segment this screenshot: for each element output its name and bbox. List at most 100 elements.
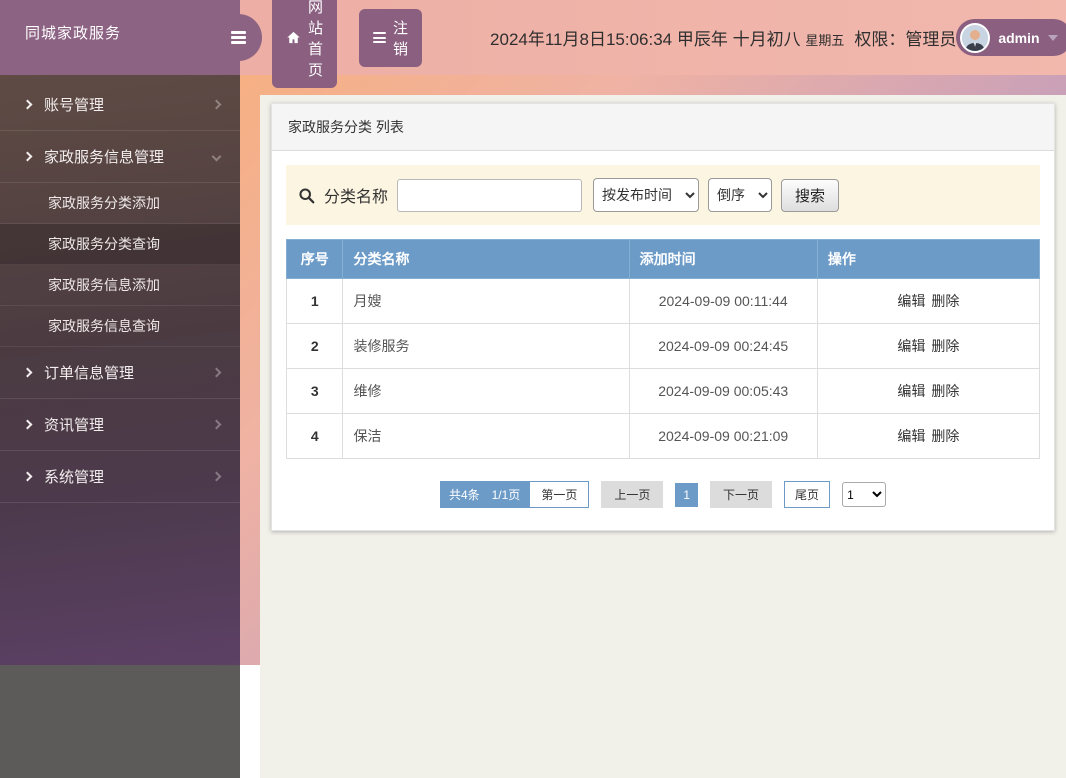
content-wrapper: 家政服务分类 列表 分类名称 按发布时间 倒序 搜索 序号 分类名称 添加时间 … bbox=[260, 95, 1066, 778]
search-field-label: 分类名称 bbox=[324, 189, 389, 206]
home-button[interactable]: 网站首页 bbox=[272, 0, 338, 88]
cell-category-name: 维修 bbox=[342, 368, 630, 414]
chevron-right-icon bbox=[22, 99, 33, 110]
sidebar-toggle-button[interactable] bbox=[215, 14, 262, 61]
table-header-row: 序号 分类名称 添加时间 操作 bbox=[285, 239, 1041, 279]
column-header-1: 分类名称 bbox=[342, 239, 630, 279]
chevron-right-icon bbox=[22, 419, 33, 430]
main-area: 家政服务分类 列表 分类名称 按发布时间 倒序 搜索 序号 分类名称 添加时间 … bbox=[240, 75, 1066, 778]
table-row: 3 维修 2024-09-09 00:05:43 编辑 删除 bbox=[285, 368, 1041, 414]
sidebar-item-2[interactable]: 订单信息管理 bbox=[0, 347, 240, 399]
first-page-button[interactable]: 第一页 bbox=[529, 481, 590, 508]
sort-field-select[interactable]: 按发布时间 bbox=[593, 178, 700, 212]
list-icon bbox=[373, 30, 387, 45]
delete-link[interactable]: 删除 bbox=[931, 293, 959, 309]
sidebar-subitem-label: 家政服务分类查询 bbox=[48, 236, 160, 252]
avatar bbox=[960, 22, 991, 53]
sidebar-subitem-1-2[interactable]: 家政服务信息添加 bbox=[0, 265, 240, 306]
page-select[interactable]: 1 bbox=[842, 482, 887, 507]
chevron-right-icon bbox=[211, 471, 222, 482]
sidebar-subitem-1-3[interactable]: 家政服务信息查询 bbox=[0, 306, 240, 347]
cell-added-time: 2024-09-09 00:11:44 bbox=[628, 278, 818, 324]
pagination-summary: 共4条 1/1页 bbox=[439, 481, 530, 508]
app-window: 同城家政服务 网站首页 注销 2024年11月8日15:06:34 甲辰年 十月… bbox=[0, 0, 1066, 778]
datetime-text: 2024年11月8日15:06:34 甲辰年 十月初八 星期五 bbox=[490, 30, 845, 49]
table-row: 4 保洁 2024-09-09 00:21:09 编辑 删除 bbox=[285, 413, 1041, 459]
logout-button[interactable]: 注销 bbox=[359, 8, 423, 67]
cell-added-time: 2024-09-09 00:05:43 bbox=[628, 368, 818, 414]
sidebar-item-label: 家政服务信息管理 bbox=[44, 149, 165, 166]
topbar: 同城家政服务 网站首页 注销 2024年11月8日15:06:34 甲辰年 十月… bbox=[0, 0, 1066, 88]
delete-link[interactable]: 删除 bbox=[931, 383, 959, 399]
category-name-input[interactable] bbox=[397, 178, 583, 212]
chevron-right-icon bbox=[211, 367, 222, 378]
cell-category-name: 装修服务 bbox=[342, 323, 630, 369]
home-button-label: 网站首页 bbox=[308, 0, 324, 79]
sidebar-subitem-label: 家政服务分类添加 bbox=[48, 195, 160, 211]
pagination: 共4条 1/1页 第一页 上一页 1 下一页 尾页 1 bbox=[286, 481, 1040, 508]
panel-body: 分类名称 按发布时间 倒序 搜索 序号 分类名称 添加时间 操作 1 月嫂 20… bbox=[272, 151, 1054, 530]
search-button[interactable]: 搜索 bbox=[781, 178, 840, 212]
cell-actions: 编辑 删除 bbox=[816, 278, 1041, 324]
sidebar-item-label: 订单信息管理 bbox=[44, 365, 135, 382]
current-page[interactable]: 1 bbox=[675, 482, 699, 507]
delete-link[interactable]: 删除 bbox=[931, 428, 959, 444]
edit-link[interactable]: 编辑 bbox=[897, 383, 925, 399]
sidebar-item-0[interactable]: 账号管理 bbox=[0, 79, 240, 131]
chevron-right-icon bbox=[22, 471, 33, 482]
last-page-button[interactable]: 尾页 bbox=[784, 481, 831, 508]
sidebar-brand: 同城家政服务 bbox=[0, 0, 262, 75]
category-table: 序号 分类名称 添加时间 操作 1 月嫂 2024-09-09 00:11:44 编辑 删除 2… bbox=[285, 239, 1041, 459]
sidebar-item-label: 账号管理 bbox=[44, 97, 105, 114]
edit-link[interactable]: 编辑 bbox=[897, 338, 925, 354]
total-count: 共4条 bbox=[448, 488, 480, 502]
cell-added-time: 2024-09-09 00:21:09 bbox=[628, 413, 818, 459]
pagination-info-group: 共4条 1/1页 第一页 bbox=[439, 481, 590, 508]
sort-order-select[interactable]: 倒序 bbox=[708, 178, 773, 212]
search-bar: 分类名称 按发布时间 倒序 搜索 bbox=[286, 165, 1040, 225]
category-list-panel: 家政服务分类 列表 分类名称 按发布时间 倒序 搜索 序号 分类名称 添加时间 … bbox=[271, 103, 1055, 531]
sidebar-nav: 账号管理家政服务信息管理 家政服务分类添加 家政服务分类查询家政服务信息添加家政服务… bbox=[0, 75, 240, 778]
sidebar-item-label: 系统管理 bbox=[44, 469, 105, 486]
next-page-button[interactable]: 下一页 bbox=[710, 481, 773, 508]
cell-category-name: 保洁 bbox=[342, 413, 630, 459]
user-menu[interactable]: admin bbox=[956, 19, 1066, 56]
sidebar-item-1[interactable]: 家政服务信息管理 bbox=[0, 131, 240, 183]
chevron-down-icon bbox=[1047, 34, 1058, 41]
chevron-right-icon bbox=[22, 151, 33, 162]
panel-title: 家政服务分类 列表 bbox=[272, 104, 1054, 151]
sidebar-item-4[interactable]: 系统管理 bbox=[0, 451, 240, 503]
prev-page-button[interactable]: 上一页 bbox=[601, 481, 664, 508]
sidebar-subitem-1-1[interactable]: 家政服务分类查询 bbox=[0, 224, 240, 265]
role-text: 权限：管理员 bbox=[854, 30, 957, 49]
table-row: 1 月嫂 2024-09-09 00:11:44 编辑 删除 bbox=[285, 278, 1041, 324]
cell-actions: 编辑 删除 bbox=[816, 368, 1041, 414]
cell-index: 3 bbox=[285, 368, 344, 414]
search-icon bbox=[298, 187, 315, 204]
column-header-3: 操作 bbox=[816, 239, 1041, 279]
home-icon bbox=[286, 30, 301, 45]
table-row: 2 装修服务 2024-09-09 00:24:45 编辑 删除 bbox=[285, 323, 1041, 369]
cell-added-time: 2024-09-09 00:24:45 bbox=[628, 323, 818, 369]
chevron-down-icon bbox=[211, 151, 222, 162]
column-header-0: 序号 bbox=[285, 239, 344, 279]
cell-category-name: 月嫂 bbox=[342, 278, 630, 324]
chevron-right-icon bbox=[211, 419, 222, 430]
edit-link[interactable]: 编辑 bbox=[897, 293, 925, 309]
sidebar-subitem-1-0[interactable]: 家政服务分类添加 bbox=[0, 183, 240, 224]
cell-index: 2 bbox=[285, 323, 344, 369]
delete-link[interactable]: 删除 bbox=[931, 338, 959, 354]
cell-index: 1 bbox=[285, 278, 344, 324]
cell-actions: 编辑 删除 bbox=[816, 413, 1041, 459]
sidebar-item-3[interactable]: 资讯管理 bbox=[0, 399, 240, 451]
chevron-right-icon bbox=[211, 99, 222, 110]
topbar-right: 网站首页 注销 2024年11月8日15:06:34 甲辰年 十月初八 星期五 … bbox=[240, 0, 1066, 88]
username-label: admin bbox=[998, 29, 1040, 46]
logout-button-label: 注销 bbox=[393, 19, 409, 58]
edit-link[interactable]: 编辑 bbox=[897, 428, 925, 444]
column-header-2: 添加时间 bbox=[628, 239, 818, 279]
page-indicator: 1/1页 bbox=[491, 488, 521, 502]
sidebar-subitem-label: 家政服务信息查询 bbox=[48, 318, 160, 334]
cell-actions: 编辑 删除 bbox=[816, 323, 1041, 369]
app-title: 同城家政服务 bbox=[25, 25, 122, 42]
